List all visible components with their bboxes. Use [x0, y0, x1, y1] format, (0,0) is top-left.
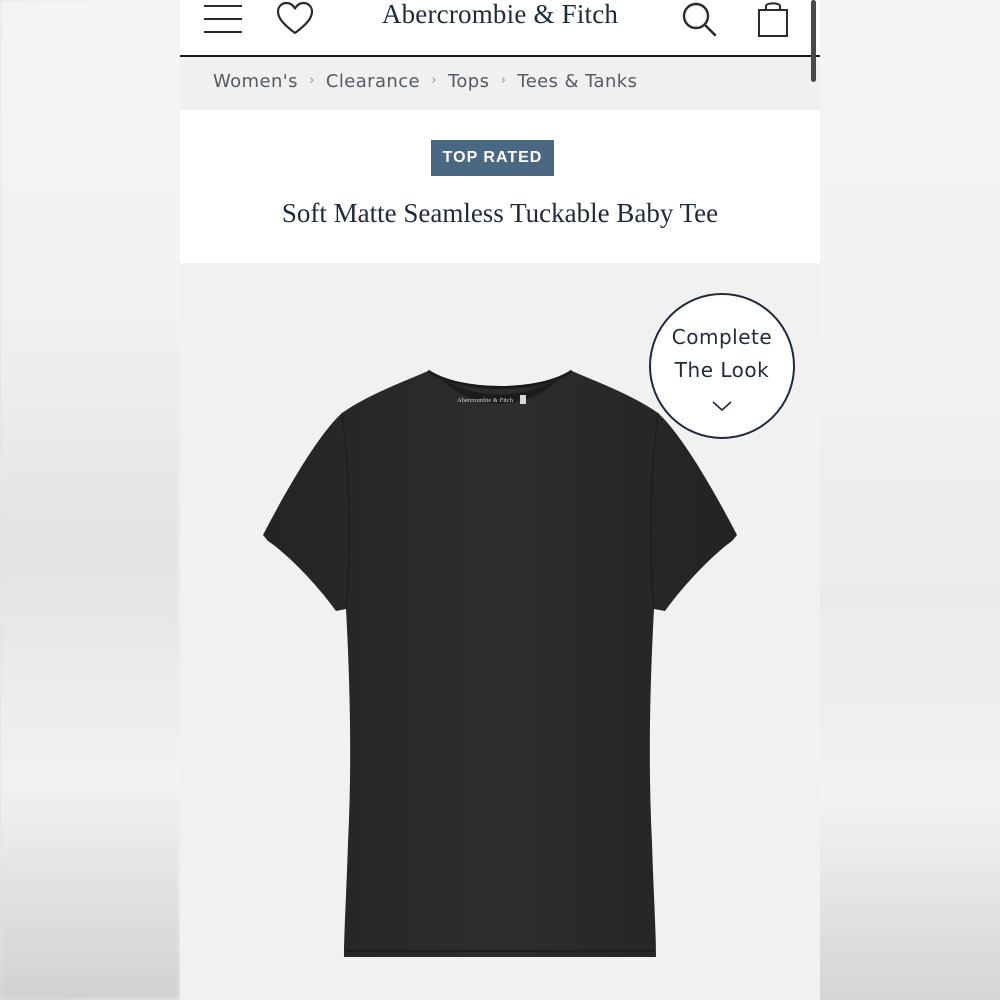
shopping-bag-icon [758, 2, 788, 37]
product-title: Soft Matte Seamless Tuckable Baby Tee [281, 198, 719, 228]
brand-logo[interactable]: Abercrombie & Fitch [180, 0, 820, 30]
breadcrumb-item-tops[interactable]: Tops [448, 71, 489, 92]
breadcrumb: Women's › Clearance › Tops › Tees & Tanks [213, 71, 637, 92]
product-image-area: Abercrombie & Fitch Complete The Look [180, 263, 820, 1000]
garment-label-text: Abercrombie & Fitch [457, 397, 514, 404]
product-page: Abercrombie & Fitch Women's › Clearance › To… [180, 0, 820, 1000]
top-rated-badge: TOP RATED [431, 140, 554, 176]
shopping-bag-button[interactable] [755, 0, 791, 40]
breadcrumb-item-womens[interactable]: Women's [213, 71, 298, 92]
search-icon [682, 2, 717, 37]
t-shirt-shape [263, 371, 737, 957]
menu-icon-bar [204, 31, 242, 33]
complete-the-look-line1: Complete [671, 325, 773, 349]
search-button[interactable] [680, 0, 720, 40]
complete-the-look-label: Complete The Look [651, 321, 793, 387]
garment-size-tag [520, 395, 526, 404]
breadcrumb-item-tees-tanks[interactable]: Tees & Tanks [517, 71, 637, 92]
product-title-block: TOP RATED Soft Matte Seamless Tuckable B… [180, 110, 820, 263]
complete-the-look-button[interactable]: Complete The Look [649, 293, 795, 439]
background-right [820, 0, 1000, 1000]
complete-the-look-line2: The Look [674, 358, 770, 382]
chevron-right-icon: › [431, 73, 437, 88]
site-header: Abercrombie & Fitch [180, 0, 820, 82]
chevron-right-icon: › [309, 73, 315, 88]
breadcrumb-item-clearance[interactable]: Clearance [326, 71, 420, 92]
chevron-right-icon: › [500, 73, 506, 88]
background-left [0, 0, 180, 1000]
scrollbar[interactable] [811, 0, 816, 82]
chevron-down-icon [712, 401, 732, 412]
